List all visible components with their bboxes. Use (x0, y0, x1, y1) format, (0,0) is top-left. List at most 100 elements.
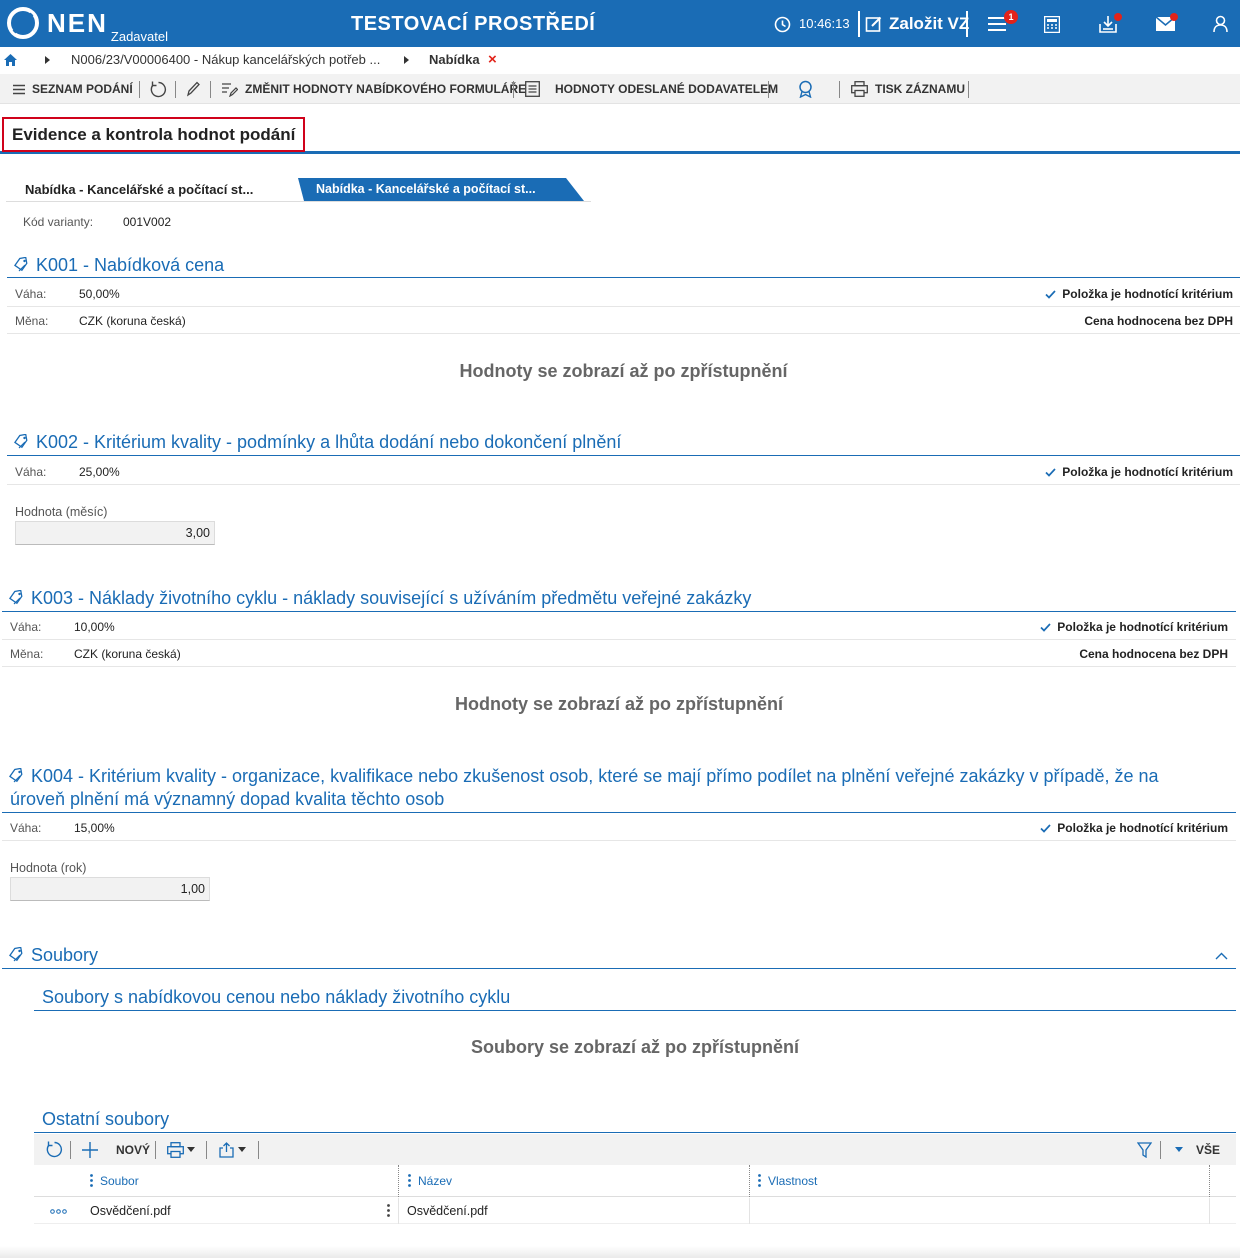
chevron-right-icon (404, 56, 409, 64)
environment-title: TESTOVACÍ PROSTŘEDÍ (351, 13, 596, 35)
k001-currency-label: Měna: (15, 314, 49, 328)
k004-field-label: Hodnota (rok) (10, 861, 87, 875)
k001-hidden-message: Hodnoty se zobrazí až po zpřístupnění (459, 361, 788, 381)
file-name: Osvědčení.pdf (407, 1204, 488, 1218)
separator (258, 1141, 259, 1159)
column-menu-icon (758, 1174, 761, 1187)
k003-weight-value: 10,00% (74, 620, 115, 634)
refresh-icon (150, 81, 167, 97)
grid-refresh-button[interactable] (46, 1134, 63, 1165)
tag-icon (14, 257, 28, 272)
grid-filter-button[interactable] (1137, 1134, 1152, 1165)
k001-criterion-text: Položka je hodnotící kritérium (1062, 287, 1233, 301)
k001-criterion-flag: Položka je hodnotící kritérium (1045, 286, 1233, 302)
certificate-button[interactable] (797, 74, 821, 104)
separator (70, 1141, 71, 1159)
row-actions-icon[interactable] (50, 1209, 67, 1214)
tab-offer-other[interactable]: Nabídka - Kancelářské a počítací st... (298, 178, 584, 201)
file-menu-icon[interactable] (387, 1204, 390, 1217)
row-divider (7, 306, 1240, 307)
document-icon (525, 81, 540, 97)
chevron-up-icon[interactable] (1215, 952, 1228, 960)
new-file-button[interactable]: NOVÝ (82, 1134, 150, 1165)
file-link[interactable]: Osvědčení.pdf (90, 1198, 171, 1224)
separator (768, 81, 769, 98)
k004-heading: K004 - Kritérium kvality - organizace, k… (9, 765, 1224, 788)
notification-badge: 1 (1004, 10, 1018, 24)
refresh-button[interactable] (150, 74, 174, 104)
home-icon[interactable] (4, 54, 17, 66)
column-separator (398, 1165, 399, 1197)
print-icon (167, 1141, 184, 1158)
clock-icon (774, 16, 791, 32)
k002-weight-label: Váha: (15, 465, 47, 479)
k002-value-field[interactable]: 3,00 (15, 521, 215, 545)
tag-icon (14, 434, 28, 449)
submissions-list-button[interactable]: SEZNAM PODÁNÍ (13, 74, 133, 104)
tab-divider (6, 201, 591, 202)
grid-export-button[interactable] (219, 1134, 246, 1165)
nen-logo[interactable]: NEN Zadavatel (6, 6, 168, 44)
supplier-values-button[interactable]: HODNOTY ODESLANÉ DODAVATELEM (525, 74, 778, 104)
cell-separator (398, 1198, 399, 1224)
grid-print-button[interactable] (167, 1134, 195, 1165)
print-record-button[interactable]: TISK ZÁZNAMU (851, 74, 965, 104)
k002-title: K002 - Kritérium kvality - podmínky a lh… (36, 432, 622, 452)
view-all-label: VŠE (1196, 1142, 1221, 1157)
check-icon (1045, 467, 1056, 477)
user-icon[interactable] (1213, 15, 1228, 33)
change-form-values-button[interactable]: ZMĚNIT HODNOTY NABÍDKOVÉHO FORMULÁŘE (222, 74, 526, 104)
cell-separator (1209, 1198, 1210, 1224)
breadcrumb-item-tender[interactable]: N006/23/V00006400 - Nákup kancelářských … (71, 47, 380, 73)
logo-text: NEN (47, 8, 108, 38)
calculator-icon[interactable] (1044, 16, 1060, 33)
k001-price-note: Cena hodnocena bez DPH (1084, 314, 1233, 328)
column-header-nazev[interactable]: Název (404, 1165, 749, 1197)
k004-weight-value: 15,00% (74, 821, 115, 835)
pencil-icon (186, 81, 200, 97)
column-separator (1209, 1165, 1210, 1197)
grid-view-all-button[interactable]: VŠE (1175, 1134, 1220, 1165)
breadcrumb-item-offer[interactable]: Nabídka (429, 47, 480, 73)
variant-value: 001V002 (123, 215, 172, 229)
create-vz-button[interactable]: Založit VZ (865, 14, 969, 34)
files-grid-toolbar: NOVÝ VŠE (34, 1134, 1236, 1165)
separator (175, 81, 176, 98)
inbox-alert-dot (1114, 13, 1122, 21)
check-icon (1040, 622, 1051, 632)
k002-field-label: Hodnota (měsíc) (15, 505, 108, 519)
k004-value-field[interactable]: 1,00 (10, 877, 210, 901)
separator (210, 81, 211, 98)
top-bar: NEN Zadavatel TESTOVACÍ PROSTŘEDÍ 10:46:… (0, 0, 1240, 47)
column-nazev-label: Název (418, 1174, 453, 1188)
edit-icon (865, 16, 882, 32)
row-divider (2, 639, 1236, 640)
k002-criterion-flag: Položka je hodnotící kritérium (1045, 464, 1233, 480)
files-heading: Soubory (9, 944, 98, 967)
caret-down-icon (238, 1147, 246, 1152)
table-row[interactable]: Osvědčení.pdf Osvědčení.pdf (34, 1198, 1236, 1224)
k003-criterion-text: Položka je hodnotící kritérium (1057, 620, 1228, 634)
close-icon[interactable]: × (488, 47, 497, 73)
new-file-label: NOVÝ (116, 1142, 151, 1157)
page-bottom-edge (0, 1246, 1240, 1258)
column-header-soubor[interactable]: Soubor (86, 1165, 398, 1197)
plus-icon (82, 1141, 98, 1158)
nen-logo-icon (7, 7, 39, 39)
column-header-vlastnost[interactable]: Vlastnost (754, 1165, 1209, 1197)
files-hidden-message: Soubory se zobrazí až po zpřístupnění (470, 1037, 800, 1057)
tab-offer-active[interactable]: Nabídka - Kancelářské a počítací st... (11, 176, 268, 203)
tag-icon (9, 768, 23, 783)
mail-alert-dot (1170, 13, 1178, 21)
cell-separator (749, 1198, 750, 1224)
column-vlastnost-label: Vlastnost (768, 1174, 818, 1188)
k003-currency-label: Měna: (10, 647, 44, 661)
action-toolbar: SEZNAM PODÁNÍ ZMĚNIT HODNOTY NABÍDKOVÉHO… (0, 74, 1240, 104)
separator (968, 81, 969, 98)
k001-currency-value: CZK (koruna česká) (79, 314, 186, 328)
edit-button[interactable] (186, 74, 207, 104)
files-title: Soubory (31, 945, 99, 965)
row-divider (7, 484, 1240, 485)
section-line (7, 277, 1240, 278)
share-icon (219, 1141, 234, 1158)
